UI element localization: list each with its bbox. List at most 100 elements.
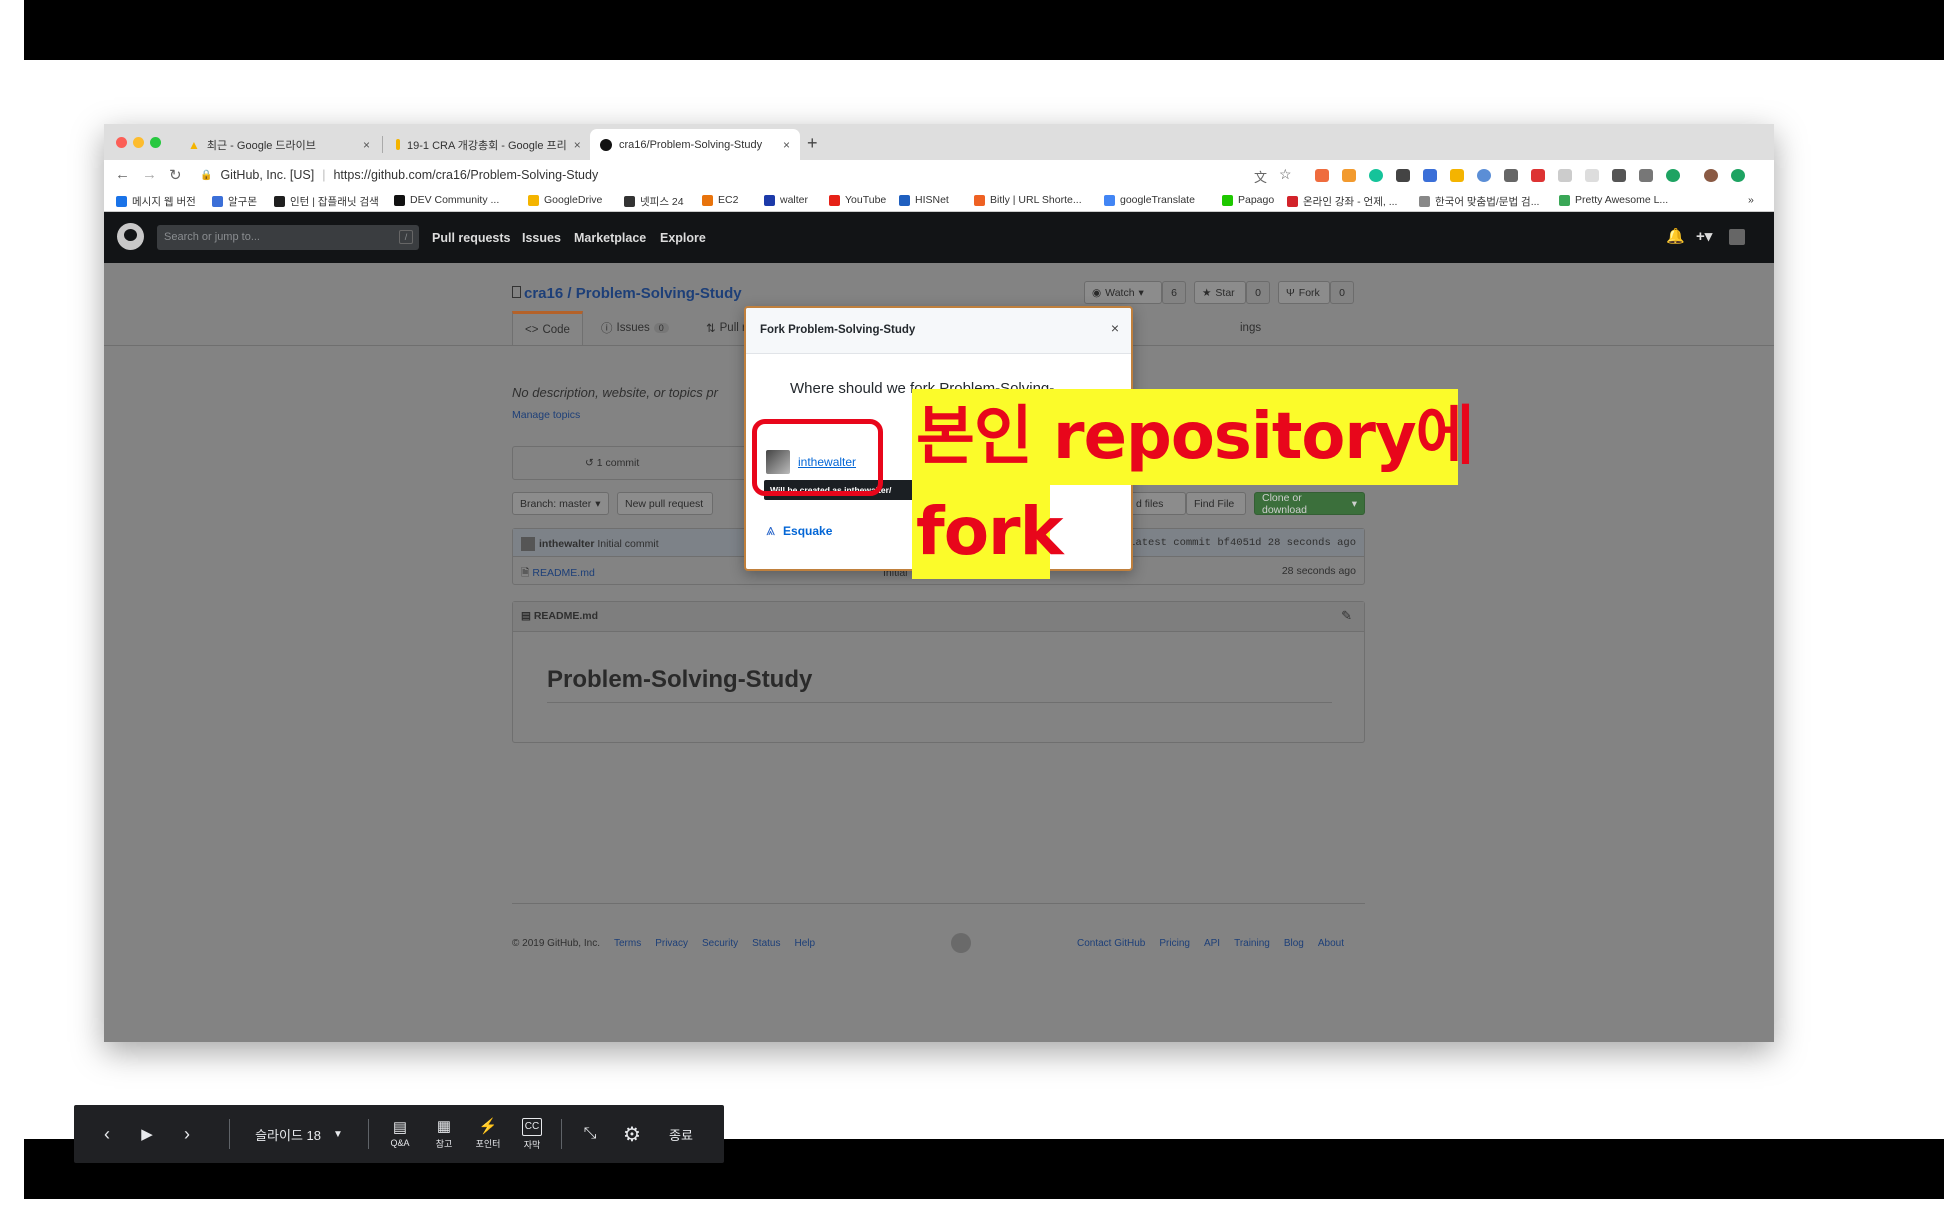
play-icon[interactable]: ▶ — [132, 1105, 162, 1163]
file-readme[interactable]: 🗎 README.md — [521, 565, 595, 583]
extension-icon[interactable] — [1396, 169, 1410, 182]
create-new-icon[interactable]: +▾ — [1696, 227, 1712, 245]
notes-button[interactable]: ▦ 참고 — [426, 1105, 462, 1163]
close-tab-icon[interactable]: × — [574, 138, 581, 152]
footer-pricing-link[interactable]: Pricing — [1159, 938, 1190, 949]
footer-terms-link[interactable]: Terms — [614, 938, 641, 949]
branch-select[interactable]: Branch: master ▾ — [512, 492, 609, 515]
tab-google-drive[interactable]: ▲ 최근 - Google 드라이브 × — [178, 129, 380, 160]
tab-google-slides[interactable]: 19-1 CRA 개강총회 - Google 프리 × — [386, 129, 588, 160]
footer-security-link[interactable]: Security — [702, 938, 738, 949]
new-pull-request-button[interactable]: New pull request — [617, 492, 713, 515]
bookmark-item[interactable]: DEV Community ... — [394, 194, 499, 206]
fork-option-esquake[interactable]: ⩓ Esquake — [766, 522, 832, 540]
extension-icon[interactable] — [1342, 169, 1356, 182]
bookmark-item[interactable]: Papago — [1222, 194, 1274, 206]
footer-github-logo-icon[interactable] — [951, 933, 971, 953]
footer-privacy-link[interactable]: Privacy — [655, 938, 688, 949]
profile-avatar[interactable] — [1704, 169, 1718, 182]
extension-icon[interactable] — [1477, 169, 1491, 182]
bookmark-item[interactable]: HISNet — [899, 194, 949, 206]
tab-settings[interactable]: ings — [1228, 311, 1273, 345]
previous-slide-icon[interactable]: ‹ — [92, 1105, 122, 1163]
footer-blog-link[interactable]: Blog — [1284, 938, 1304, 949]
commits-count[interactable]: ↺ 1 commit — [585, 457, 639, 469]
bookmark-star-icon[interactable]: ☆ — [1279, 166, 1292, 183]
user-avatar-menu[interactable] — [1729, 229, 1745, 245]
footer-training-link[interactable]: Training — [1234, 938, 1270, 949]
close-window-dot[interactable] — [116, 137, 127, 148]
bookmark-item[interactable]: googleTranslate — [1104, 194, 1195, 206]
bookmark-item[interactable]: 메시지 웹 버전 — [116, 194, 196, 209]
reload-icon[interactable]: ↻ — [169, 166, 182, 184]
footer-contact-link[interactable]: Contact GitHub — [1077, 938, 1145, 949]
nav-explore[interactable]: Explore — [660, 231, 706, 245]
star-button[interactable]: ★ Star — [1194, 281, 1246, 304]
extension-icon[interactable] — [1558, 169, 1572, 182]
find-file-button[interactable]: Find File — [1186, 492, 1246, 515]
bookmark-item[interactable]: 인턴 | 잡플래닛 검색 — [274, 194, 379, 209]
close-icon[interactable]: × — [1111, 320, 1119, 336]
latest-commit[interactable]: Latest commit bf4051d 28 seconds ago — [1129, 537, 1356, 549]
fork-count[interactable]: 0 — [1330, 281, 1354, 304]
next-slide-icon[interactable]: › — [172, 1105, 202, 1163]
extension-icon[interactable] — [1612, 169, 1626, 182]
forward-arrow-icon[interactable]: → — [142, 166, 157, 183]
grammarly-icon[interactable] — [1369, 169, 1383, 182]
bookmark-item[interactable]: Bitly | URL Shorte... — [974, 194, 1082, 206]
bookmark-item[interactable]: walter — [764, 194, 808, 206]
extension-icon[interactable] — [1423, 169, 1437, 182]
update-icon[interactable] — [1731, 169, 1745, 182]
translate-icon[interactable]: 文 — [1254, 167, 1267, 186]
pointer-button[interactable]: ⚡ 포인터 — [470, 1105, 506, 1163]
extension-icon[interactable] — [1585, 169, 1599, 182]
extension-icon[interactable] — [1450, 169, 1464, 182]
manage-topics-link[interactable]: Manage topics — [512, 409, 580, 421]
new-tab-button[interactable]: + — [807, 133, 818, 154]
qa-button[interactable]: ▤ Q&A — [382, 1105, 418, 1163]
repo-owner-link[interactable]: cra16 — [524, 285, 563, 302]
captions-button[interactable]: CC 자막 — [514, 1105, 550, 1163]
nav-issues[interactable]: Issues — [522, 231, 561, 245]
github-logo-icon[interactable] — [117, 223, 144, 250]
tab-issues[interactable]: ⓘ Issues 0 — [589, 311, 681, 345]
address-bar[interactable]: 🔒 GitHub, Inc. [US] | https://github.com… — [200, 163, 1360, 187]
bookmarks-overflow-button[interactable]: » — [1748, 194, 1754, 206]
bookmark-item[interactable]: YouTube — [829, 194, 886, 206]
settings-gear-icon[interactable]: ⚙ — [614, 1105, 650, 1163]
nav-pull-requests[interactable]: Pull requests — [432, 231, 511, 245]
footer-api-link[interactable]: API — [1204, 938, 1220, 949]
bookmark-item[interactable]: 한국어 맞춤법/문법 검... — [1419, 194, 1539, 209]
tab-code[interactable]: <> Code — [512, 311, 583, 345]
extension-icon[interactable] — [1531, 169, 1545, 182]
bookmark-item[interactable]: 알구몬 — [212, 194, 257, 209]
bookmark-item[interactable]: Pretty Awesome L... — [1559, 194, 1668, 206]
upload-files-button[interactable]: d files — [1128, 492, 1186, 515]
extension-icon[interactable] — [1504, 169, 1518, 182]
tab-github[interactable]: cra16/Problem-Solving-Study × — [590, 129, 800, 160]
slide-selector[interactable]: 슬라이드 18 ▼ — [244, 1105, 354, 1163]
bookmark-item[interactable]: 온라인 강좌 - 언제, ... — [1287, 194, 1397, 209]
close-tab-icon[interactable]: × — [363, 138, 370, 152]
footer-status-link[interactable]: Status — [752, 938, 780, 949]
bookmark-item[interactable]: GoogleDrive — [528, 194, 602, 206]
end-presentation-button[interactable]: 종료 — [656, 1105, 706, 1163]
watch-count[interactable]: 6 — [1162, 281, 1186, 304]
extension-icon[interactable] — [1315, 169, 1329, 182]
star-count[interactable]: 0 — [1246, 281, 1270, 304]
fork-button[interactable]: Ψ Fork — [1278, 281, 1330, 304]
minimize-window-dot[interactable] — [133, 137, 144, 148]
notification-bell-icon[interactable]: 🔔 — [1666, 227, 1685, 245]
search-input[interactable]: Search or jump to... / — [157, 225, 419, 250]
repo-name-link[interactable]: Problem-Solving-Study — [576, 285, 742, 302]
maximize-window-dot[interactable] — [150, 137, 161, 148]
back-arrow-icon[interactable]: ← — [115, 166, 130, 183]
watch-button[interactable]: ◉ Watch ▾ — [1084, 281, 1162, 304]
bookmark-item[interactable]: 넷피스 24 — [624, 194, 684, 209]
bookmark-item[interactable]: EC2 — [702, 194, 738, 206]
extension-icon[interactable] — [1666, 169, 1680, 182]
edit-pencil-icon[interactable]: ✎ — [1341, 608, 1352, 624]
extension-icon[interactable] — [1639, 169, 1653, 182]
close-tab-icon[interactable]: × — [783, 138, 790, 152]
clone-download-button[interactable]: Clone or download ▾ — [1254, 492, 1365, 516]
